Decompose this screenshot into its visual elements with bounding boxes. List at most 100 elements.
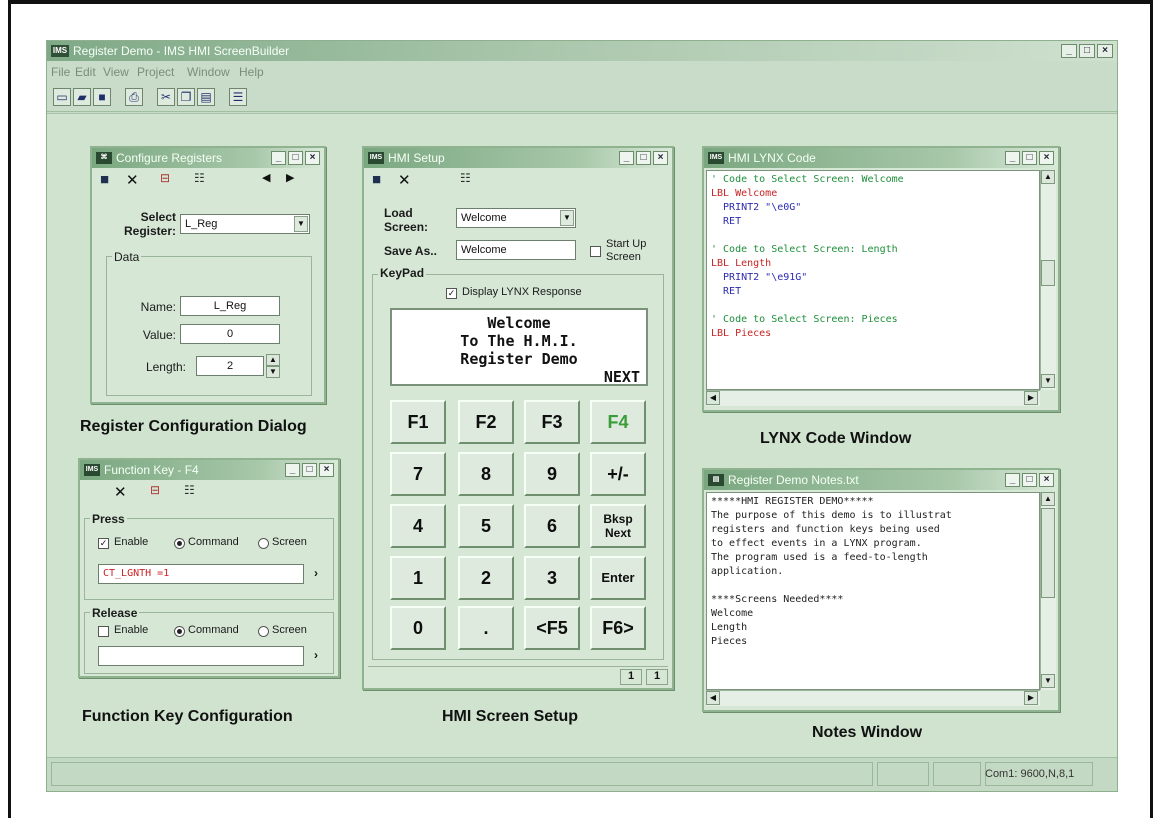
clear-icon[interactable]: ⊟ <box>160 171 170 185</box>
save-icon[interactable]: ■ <box>372 171 381 188</box>
press-enable-checkbox[interactable]: ✓ <box>98 538 109 549</box>
menu-view[interactable]: View <box>103 65 129 79</box>
length-field[interactable]: 2 <box>196 356 264 376</box>
release-command-field[interactable] <box>98 646 304 666</box>
save-as-field[interactable]: Welcome <box>456 240 576 260</box>
menu-project[interactable]: Project <box>137 65 174 79</box>
key-f6[interactable]: F6> <box>590 606 646 650</box>
minimize-button[interactable]: _ <box>1061 44 1077 58</box>
print-icon[interactable]: ⎙ <box>125 88 143 106</box>
close-button[interactable]: × <box>1039 151 1054 165</box>
lynx-code-editor[interactable]: ' Code to Select Screen: Welcome LBL Welc… <box>706 170 1040 390</box>
release-enable-checkbox[interactable] <box>98 626 109 637</box>
minimize-button[interactable]: _ <box>285 463 300 477</box>
press-command-radio[interactable] <box>174 538 185 549</box>
key-5[interactable]: 5 <box>458 504 514 548</box>
properties-icon[interactable]: ☰ <box>229 88 247 106</box>
key-4[interactable]: 4 <box>390 504 446 548</box>
name-field[interactable]: L_Reg <box>180 296 280 316</box>
menu-file[interactable]: File <box>51 65 70 79</box>
maximize-button[interactable]: □ <box>636 151 651 165</box>
scroll-up-icon[interactable]: ▲ <box>1041 170 1055 184</box>
scroll-thumb[interactable] <box>1041 508 1055 598</box>
key-1[interactable]: 1 <box>390 556 446 600</box>
chevron-down-icon[interactable]: ▼ <box>294 216 308 232</box>
release-screen-radio[interactable] <box>258 626 269 637</box>
key-3[interactable]: 3 <box>524 556 580 600</box>
minimize-button[interactable]: _ <box>619 151 634 165</box>
load-screen-dropdown[interactable]: Welcome ▼ <box>456 208 576 228</box>
lynx-code-hscrollbar[interactable]: ◀ ▶ <box>706 390 1040 406</box>
cut-icon[interactable]: ✂ <box>157 88 175 106</box>
chevron-down-icon[interactable]: ▼ <box>560 210 574 226</box>
scroll-down-icon[interactable]: ▼ <box>1041 674 1055 688</box>
menu-edit[interactable]: Edit <box>75 65 96 79</box>
list-icon[interactable]: ☷ <box>460 171 471 185</box>
menu-window[interactable]: Window <box>187 65 230 79</box>
configure-registers-titlebar[interactable]: ⌘ Configure Registers _ □ × <box>92 148 324 168</box>
menu-help[interactable]: Help <box>239 65 264 79</box>
save-icon[interactable]: ■ <box>100 171 109 188</box>
key-8[interactable]: 8 <box>458 452 514 496</box>
startup-screen-checkbox[interactable] <box>590 246 601 257</box>
key-2[interactable]: 2 <box>458 556 514 600</box>
key-f2[interactable]: F2 <box>458 400 514 444</box>
length-up-icon[interactable]: ▲ <box>266 354 280 366</box>
value-field[interactable]: 0 <box>180 324 280 344</box>
press-screen-radio[interactable] <box>258 538 269 549</box>
close-button[interactable]: × <box>319 463 334 477</box>
lynx-code-titlebar[interactable]: IMS HMI LYNX Code _ □ × <box>704 148 1058 168</box>
maximize-button[interactable]: □ <box>1022 473 1037 487</box>
function-key-titlebar[interactable]: IMS Function Key - F4 _ □ × <box>80 460 338 480</box>
clear-icon[interactable]: ⊟ <box>150 483 160 497</box>
prev-icon[interactable]: ◀ <box>262 171 270 184</box>
paste-icon[interactable]: ▤ <box>197 88 215 106</box>
app-titlebar[interactable]: IMS Register Demo - IMS HMI ScreenBuilde… <box>47 41 1117 61</box>
scroll-right-icon[interactable]: ▶ <box>1024 391 1038 405</box>
key-6[interactable]: 6 <box>524 504 580 548</box>
key-decimal[interactable]: . <box>458 606 514 650</box>
scroll-left-icon[interactable]: ◀ <box>706 391 720 405</box>
minimize-button[interactable]: _ <box>271 151 286 165</box>
close-button[interactable]: × <box>305 151 320 165</box>
scroll-left-icon[interactable]: ◀ <box>706 691 720 705</box>
notes-vscrollbar[interactable]: ▲ ▼ <box>1040 492 1056 690</box>
key-9[interactable]: 9 <box>524 452 580 496</box>
save-icon[interactable]: ■ <box>93 88 111 106</box>
key-plus-minus[interactable]: +/- <box>590 452 646 496</box>
notes-text-area[interactable]: *****HMI REGISTER DEMO***** The purpose o… <box>706 492 1040 690</box>
maximize-button[interactable]: □ <box>1079 44 1095 58</box>
length-down-icon[interactable]: ▼ <box>266 366 280 378</box>
press-expand-icon[interactable]: › <box>314 566 318 580</box>
close-button[interactable]: × <box>653 151 668 165</box>
scroll-right-icon[interactable]: ▶ <box>1024 691 1038 705</box>
notes-hscrollbar[interactable]: ◀ ▶ <box>706 690 1040 706</box>
key-f4[interactable]: F4 <box>590 400 646 444</box>
list-icon[interactable]: ☷ <box>184 483 195 497</box>
close-button[interactable]: × <box>1097 44 1113 58</box>
select-register-dropdown[interactable]: L_Reg ▼ <box>180 214 310 234</box>
release-expand-icon[interactable]: › <box>314 648 318 662</box>
maximize-button[interactable]: □ <box>302 463 317 477</box>
key-bksp-next[interactable]: Bksp Next <box>590 504 646 548</box>
minimize-button[interactable]: _ <box>1005 151 1020 165</box>
press-command-field[interactable]: CT_LGNTH =1 <box>98 564 304 584</box>
scroll-thumb[interactable] <box>1041 260 1055 286</box>
scroll-up-icon[interactable]: ▲ <box>1041 492 1055 506</box>
key-f5[interactable]: <F5 <box>524 606 580 650</box>
maximize-button[interactable]: □ <box>1022 151 1037 165</box>
delete-icon[interactable]: ✕ <box>114 483 127 501</box>
key-f1[interactable]: F1 <box>390 400 446 444</box>
close-button[interactable]: × <box>1039 473 1054 487</box>
maximize-button[interactable]: □ <box>288 151 303 165</box>
key-0[interactable]: 0 <box>390 606 446 650</box>
release-command-radio[interactable] <box>174 626 185 637</box>
key-f3[interactable]: F3 <box>524 400 580 444</box>
list-icon[interactable]: ☷ <box>194 171 205 185</box>
open-icon[interactable]: ▰ <box>73 88 91 106</box>
display-lynx-checkbox[interactable]: ✓ <box>446 288 457 299</box>
notes-titlebar[interactable]: ▤ Register Demo Notes.txt _ □ × <box>704 470 1058 490</box>
minimize-button[interactable]: _ <box>1005 473 1020 487</box>
new-icon[interactable]: ▭ <box>53 88 71 106</box>
copy-icon[interactable]: ❐ <box>177 88 195 106</box>
